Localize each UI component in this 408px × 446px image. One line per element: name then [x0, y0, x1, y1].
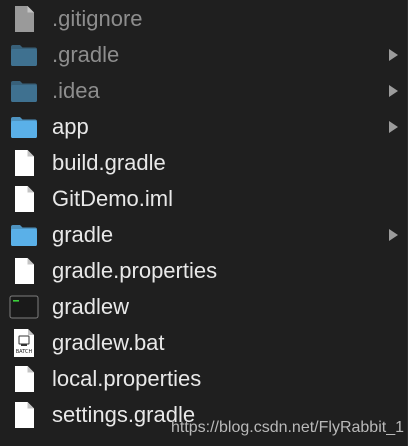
- batch-file-icon: BATCH: [9, 328, 39, 358]
- folder-icon: [9, 40, 39, 70]
- file-row-local-properties[interactable]: local.properties: [0, 361, 407, 397]
- file-row-gradlew-bat[interactable]: BATCH gradlew.bat: [0, 325, 407, 361]
- chevron-right-icon[interactable]: [386, 228, 400, 242]
- chevron-right-icon[interactable]: [386, 84, 400, 98]
- file-row-app[interactable]: app: [0, 109, 407, 145]
- file-name: gradlew: [52, 294, 130, 319]
- file-row-gradlew[interactable]: gradlew: [0, 289, 407, 325]
- file-name: gradle.properties: [52, 258, 218, 283]
- file-name: app: [52, 114, 89, 139]
- file-name: .gitignore: [52, 6, 143, 31]
- file-row-build-gradle[interactable]: build.gradle: [0, 145, 407, 181]
- folder-icon: [9, 112, 39, 142]
- terminal-icon: [9, 292, 39, 322]
- document-icon: [9, 184, 39, 214]
- document-icon: [9, 4, 39, 34]
- file-name: .gradle: [52, 42, 120, 67]
- batch-icon-text: BATCH: [16, 349, 33, 355]
- document-icon: [9, 256, 39, 286]
- document-icon: [9, 364, 39, 394]
- file-row-gitdemo-iml[interactable]: GitDemo.iml: [0, 181, 407, 217]
- file-name: gradlew.bat: [52, 330, 165, 355]
- file-row-dot-gradle[interactable]: .gradle: [0, 37, 407, 73]
- chevron-right-icon[interactable]: [386, 120, 400, 134]
- file-list: .gitignore .gradle .idea app build.gradle Git…: [0, 0, 408, 446]
- file-row-dot-gitignore[interactable]: .gitignore: [0, 1, 407, 37]
- file-name: .idea: [52, 78, 100, 103]
- folder-icon: [9, 220, 39, 250]
- watermark: https://blog.csdn.net/FlyRabbit_1: [170, 419, 404, 436]
- file-name: build.gradle: [52, 150, 166, 175]
- file-row-gradle-properties[interactable]: gradle.properties: [0, 253, 407, 289]
- file-name: gradle: [52, 222, 114, 247]
- folder-icon: [9, 76, 39, 106]
- file-name: GitDemo.iml: [52, 186, 174, 211]
- file-row-dot-idea[interactable]: .idea: [0, 73, 407, 109]
- file-name: local.properties: [52, 366, 202, 391]
- document-icon: [9, 400, 39, 430]
- file-row-gradle[interactable]: gradle: [0, 217, 407, 253]
- chevron-right-icon[interactable]: [386, 48, 400, 62]
- document-icon: [9, 148, 39, 178]
